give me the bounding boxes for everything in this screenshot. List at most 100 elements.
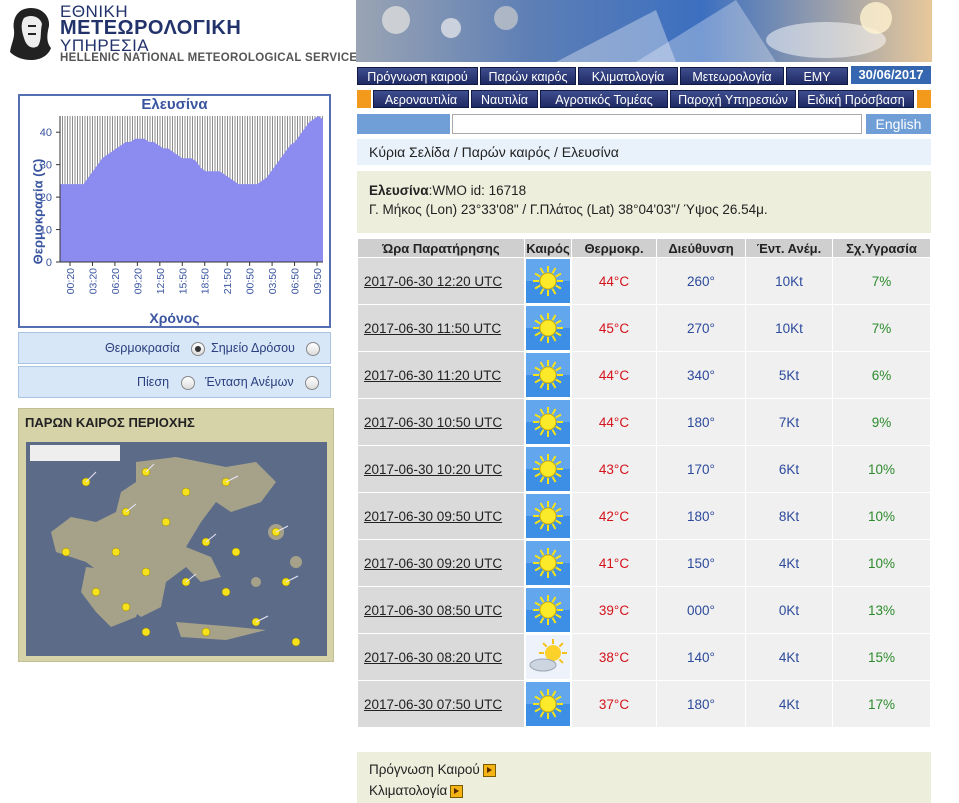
sun-icon (525, 258, 571, 304)
obs-time-link[interactable]: 2017-06-30 08:20 UTC (358, 634, 524, 680)
obs-wind-direction: 000° (657, 587, 745, 633)
chart-x-tick-label: 06:20 (110, 268, 122, 294)
obs-temperature: 45°C (572, 305, 656, 351)
obs-time-link[interactable]: 2017-06-30 10:20 UTC (358, 446, 524, 492)
header-wind: Έντ. Ανέμ. (746, 239, 832, 257)
radio-wind-dot[interactable] (305, 375, 320, 390)
nav-meteorology[interactable]: Μετεωρολογία (680, 67, 784, 85)
station-name: Ελευσίνα (369, 183, 429, 198)
chart-x-tick-label: 00:50 (245, 268, 257, 294)
greece-weather-map[interactable] (26, 442, 327, 656)
obs-humidity: 6% (833, 352, 930, 398)
current-date: 30/06/2017 (851, 66, 931, 84)
radio-wind[interactable]: Ένταση Ανέμων (205, 375, 320, 390)
obs-time-link[interactable]: 2017-06-30 10:50 UTC (358, 399, 524, 445)
obs-wind-direction: 150° (657, 540, 745, 586)
chart-svg: 01020304000:20 03:20 06:20 09:20 12:50 15:50 1… (40, 116, 324, 294)
obs-wind-speed: 8Kt (746, 493, 832, 539)
chart-x-tick-label: 09:20 (132, 268, 144, 294)
chart-variable-selector-2: Πίεση Ένταση Ανέμων (18, 366, 331, 398)
radio-temperature[interactable]: Θερμοκρασία (105, 341, 206, 356)
obs-wind-direction: 260° (657, 258, 745, 304)
obs-wind-speed: 7Kt (746, 399, 832, 445)
nav-agriculture[interactable]: Αγροτικός Τομέας (540, 90, 668, 108)
obs-wind-direction: 170° (657, 446, 745, 492)
nav-emy[interactable]: ΕΜΥ (786, 67, 848, 85)
sun-icon (525, 352, 571, 398)
nav-current-weather[interactable]: Παρών καιρός (480, 67, 576, 85)
header-banner-image (356, 0, 932, 62)
header-humidity: Σχ.Υγρασία (833, 239, 930, 257)
sun-icon (525, 493, 571, 539)
table-row: 2017-06-30 11:50 UTC 45°C 270° 10Kt 7% (358, 305, 930, 351)
radio-dewpoint[interactable]: Σημείο Δρόσου (211, 341, 321, 356)
radio-temperature-label: Θερμοκρασία (105, 341, 180, 355)
nav-forecast[interactable]: Πρόγνωση καιρού (357, 67, 478, 85)
bottom-links: Πρόγνωση Καιρού Κλιματολογία (357, 752, 931, 803)
obs-time-link[interactable]: 2017-06-30 12:20 UTC (358, 258, 524, 304)
nav-climatology[interactable]: Κλιματολογία (578, 67, 678, 85)
arrow-right-icon (482, 763, 496, 777)
chart-x-tick-label: 06:50 (290, 268, 302, 294)
obs-time-link[interactable]: 2017-06-30 09:50 UTC (358, 493, 524, 539)
obs-wind-direction: 270° (657, 305, 745, 351)
table-row: 2017-06-30 07:50 UTC 37°C 180° 4Kt 17% (358, 681, 930, 727)
nav-shipping[interactable]: Ναυτιλία (471, 90, 538, 108)
chart-x-tick-label: 09:50 (312, 268, 324, 294)
table-row: 2017-06-30 12:20 UTC 44°C 260° 10Kt 7% (358, 258, 930, 304)
obs-wind-speed: 6Kt (746, 446, 832, 492)
chart-variable-selector-1: Θερμοκρασία Σημείο Δρόσου (18, 332, 331, 364)
obs-temperature: 39°C (572, 587, 656, 633)
logo-english-name: HELLENIC NATIONAL METEOROLOGICAL SERVICE (60, 52, 358, 64)
observations-table: Ώρα Παρατήρησης Καιρός Θερμοκρ. Διεύθυνσ… (357, 238, 931, 728)
regional-weather-panel: ΠΑΡΩΝ ΚΑΙΡΟΣ ΠΕΡΙΟΧΗΣ (18, 408, 334, 662)
obs-wind-speed: 4Kt (746, 681, 832, 727)
link-forecast[interactable]: Πρόγνωση Καιρού (369, 762, 496, 777)
obs-time-link[interactable]: 2017-06-30 09:20 UTC (358, 540, 524, 586)
obs-time-link[interactable]: 2017-06-30 07:50 UTC (358, 681, 524, 727)
header-direction: Διεύθυνση (657, 239, 745, 257)
obs-wind-speed: 0Kt (746, 587, 832, 633)
chart-x-tick-label: 15:50 (177, 268, 189, 294)
obs-temperature: 37°C (572, 681, 656, 727)
chart-x-tick-label: 00:20 (65, 268, 77, 294)
chart-y-tick-label: 0 (46, 257, 52, 269)
obs-wind-speed: 10Kt (746, 305, 832, 351)
obs-wind-direction: 340° (657, 352, 745, 398)
table-row: 2017-06-30 10:50 UTC 44°C 180° 7Kt 9% (358, 399, 930, 445)
nav-special-access[interactable]: Ειδική Πρόσβαση (798, 90, 914, 108)
table-row: 2017-06-30 08:50 UTC 39°C 000° 0Kt 13% (358, 587, 930, 633)
sun-icon (525, 305, 571, 351)
breadcrumb: Κύρια Σελίδα / Παρών καιρός / Ελευσίνα (357, 139, 931, 165)
radio-pressure-dot[interactable] (180, 375, 195, 390)
arrow-right-icon (450, 784, 464, 798)
chart-title: Ελευσίνα (141, 96, 208, 113)
obs-humidity: 15% (833, 634, 930, 680)
obs-time-link[interactable]: 2017-06-30 11:50 UTC (358, 305, 524, 351)
obs-temperature: 41°C (572, 540, 656, 586)
nav-services[interactable]: Παροχή Υπηρεσιών (670, 90, 796, 108)
chart-x-axis-label: Χρόνος (149, 310, 200, 326)
nav-aviation[interactable]: Αεροναυτιλία (373, 90, 469, 108)
search-input[interactable] (452, 114, 862, 134)
obs-time-link[interactable]: 2017-06-30 11:20 UTC (358, 352, 524, 398)
radio-temperature-dot[interactable] (191, 341, 206, 356)
sun-cloud-icon (525, 634, 571, 680)
sun-icon (525, 446, 571, 492)
obs-temperature: 42°C (572, 493, 656, 539)
obs-humidity: 13% (833, 587, 930, 633)
table-header-row: Ώρα Παρατήρησης Καιρός Θερμοκρ. Διεύθυνσ… (358, 239, 930, 257)
chart-x-tick-label: 21:50 (222, 268, 234, 294)
obs-humidity: 10% (833, 540, 930, 586)
obs-humidity: 7% (833, 305, 930, 351)
header-time: Ώρα Παρατήρησης (358, 239, 524, 257)
obs-humidity: 7% (833, 258, 930, 304)
table-row: 2017-06-30 10:20 UTC 43°C 170° 6Kt 10% (358, 446, 930, 492)
nav-orange-tab-left (357, 90, 371, 108)
obs-time-link[interactable]: 2017-06-30 08:50 UTC (358, 587, 524, 633)
radio-pressure[interactable]: Πίεση (137, 375, 195, 390)
link-climatology[interactable]: Κλιματολογία (369, 783, 464, 798)
station-coords: Γ. Μήκος (Lon) 23°33'08" / Γ.Πλάτος (Lat… (369, 202, 768, 217)
english-language-button[interactable]: English (866, 114, 931, 134)
radio-dewpoint-dot[interactable] (306, 341, 321, 356)
